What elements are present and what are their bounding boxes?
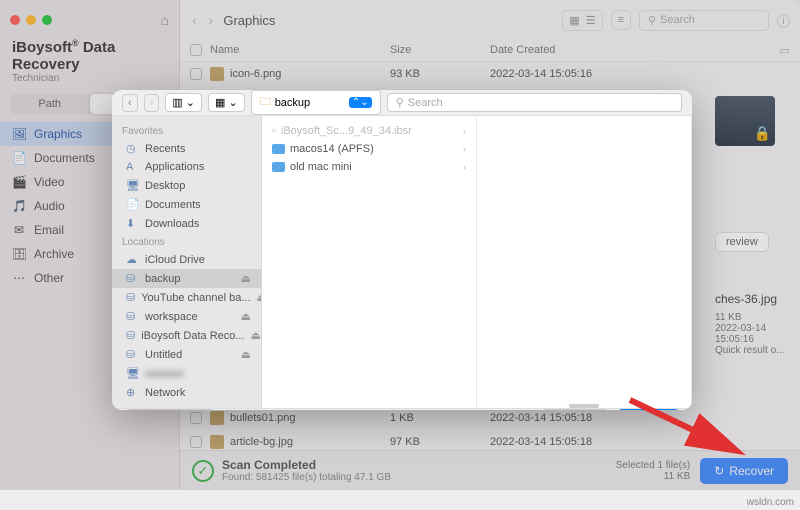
sidebar-item-applications[interactable]: AApplications <box>112 158 261 176</box>
cancel-button[interactable]: Cancel <box>541 409 608 410</box>
dialog-group-menu[interactable]: ▦ ⌄ <box>208 93 245 112</box>
sidebar-icon: 🖥 <box>126 179 139 192</box>
dialog-search-input[interactable]: ⚲ Search <box>387 93 682 112</box>
sidebar-item-backup[interactable]: ⛁backup⏏ <box>112 269 261 288</box>
eject-icon[interactable]: ⏏ <box>241 310 251 323</box>
folder-icon: 🗀 <box>260 93 271 112</box>
dialog-column-1[interactable]: ▫iBoysoft_Sc...9_49_34.ibsr›macos14 (APF… <box>262 116 477 408</box>
sidebar-icon: ⛁ <box>126 291 135 304</box>
dialog-column-view: ▫iBoysoft_Sc...9_49_34.ibsr›macos14 (APF… <box>262 116 692 408</box>
dialog-forward-icon[interactable]: › <box>144 94 160 112</box>
sidebar-item-desktop[interactable]: 🖥Desktop <box>112 176 261 195</box>
select-button[interactable]: Select <box>617 409 680 410</box>
dialog-toolbar: ‹ › ▥ ⌄ ▦ ⌄ 🗀 backup ⌃⌄ ⚲ Search <box>112 90 692 116</box>
sidebar-icon: ⬇ <box>126 217 139 230</box>
favorites-header: Favorites <box>112 122 261 139</box>
watermark: wsldn.com <box>747 497 794 508</box>
dialog-location-dropdown[interactable]: 🗀 backup ⌃⌄ <box>251 90 381 115</box>
list-item[interactable]: macos14 (APFS)› <box>262 140 476 158</box>
resize-handle[interactable] <box>569 404 599 408</box>
sidebar-icon: ◷ <box>126 142 139 155</box>
eject-icon[interactable]: ⏏ <box>257 291 262 304</box>
folder-icon <box>272 144 285 154</box>
dialog-view-columns[interactable]: ▥ ⌄ <box>165 93 202 112</box>
sidebar-icon: ⛁ <box>126 348 139 361</box>
sidebar-icon: 🖥 <box>126 367 139 380</box>
sidebar-item-youtube-channel-ba-[interactable]: ⛁YouTube channel ba...⏏ <box>112 288 261 307</box>
dialog-footer: New Folder Cancel Select <box>112 408 692 410</box>
dialog-back-icon[interactable]: ‹ <box>122 94 138 112</box>
sidebar-icon: ⊕ <box>126 386 139 399</box>
sidebar-icon: 📄 <box>126 198 139 211</box>
sidebar-icon: ⛁ <box>126 310 139 323</box>
sidebar-item-documents[interactable]: 📄Documents <box>112 195 261 214</box>
eject-icon[interactable]: ⏏ <box>251 329 261 342</box>
chevron-right-icon: › <box>463 126 466 136</box>
sidebar-item-recents[interactable]: ◷Recents <box>112 139 261 158</box>
sidebar-item-iboysoft-data-reco-[interactable]: ⛁iBoysoft Data Reco...⏏ <box>112 326 261 345</box>
eject-icon[interactable]: ⏏ <box>241 272 251 285</box>
new-folder-button[interactable]: New Folder <box>124 409 215 410</box>
sidebar-item-workspace[interactable]: ⛁workspace⏏ <box>112 307 261 326</box>
list-item: ▫iBoysoft_Sc...9_49_34.ibsr› <box>262 122 476 140</box>
folder-icon <box>272 162 285 172</box>
sidebar-icon: A <box>126 161 139 173</box>
file-icon: ▫ <box>272 125 276 137</box>
sidebar-item-network[interactable]: ⊕Network <box>112 383 261 402</box>
eject-icon[interactable]: ⏏ <box>241 348 251 361</box>
sidebar-icon: ⛁ <box>126 329 135 342</box>
chevron-right-icon: › <box>463 162 466 172</box>
save-dialog: ‹ › ▥ ⌄ ▦ ⌄ 🗀 backup ⌃⌄ ⚲ Search Favorit… <box>112 90 692 410</box>
sidebar-item-downloads[interactable]: ⬇Downloads <box>112 214 261 233</box>
sidebar-icon: ⛁ <box>126 272 139 285</box>
search-icon: ⚲ <box>396 96 404 109</box>
sidebar-item-hidden[interactable]: 🖥xxxxxxx <box>112 364 261 383</box>
dialog-sidebar: Favorites ◷RecentsAApplications🖥Desktop📄… <box>112 116 262 408</box>
dropdown-arrows-icon: ⌃⌄ <box>349 97 372 108</box>
chevron-right-icon: › <box>463 144 466 154</box>
locations-header: Locations <box>112 233 261 250</box>
sidebar-item-untitled[interactable]: ⛁Untitled⏏ <box>112 345 261 364</box>
sidebar-item-icloud-drive[interactable]: ☁iCloud Drive <box>112 250 261 269</box>
sidebar-icon: ☁ <box>126 253 139 266</box>
dialog-column-2[interactable] <box>477 116 692 408</box>
list-item[interactable]: old mac mini› <box>262 158 476 176</box>
